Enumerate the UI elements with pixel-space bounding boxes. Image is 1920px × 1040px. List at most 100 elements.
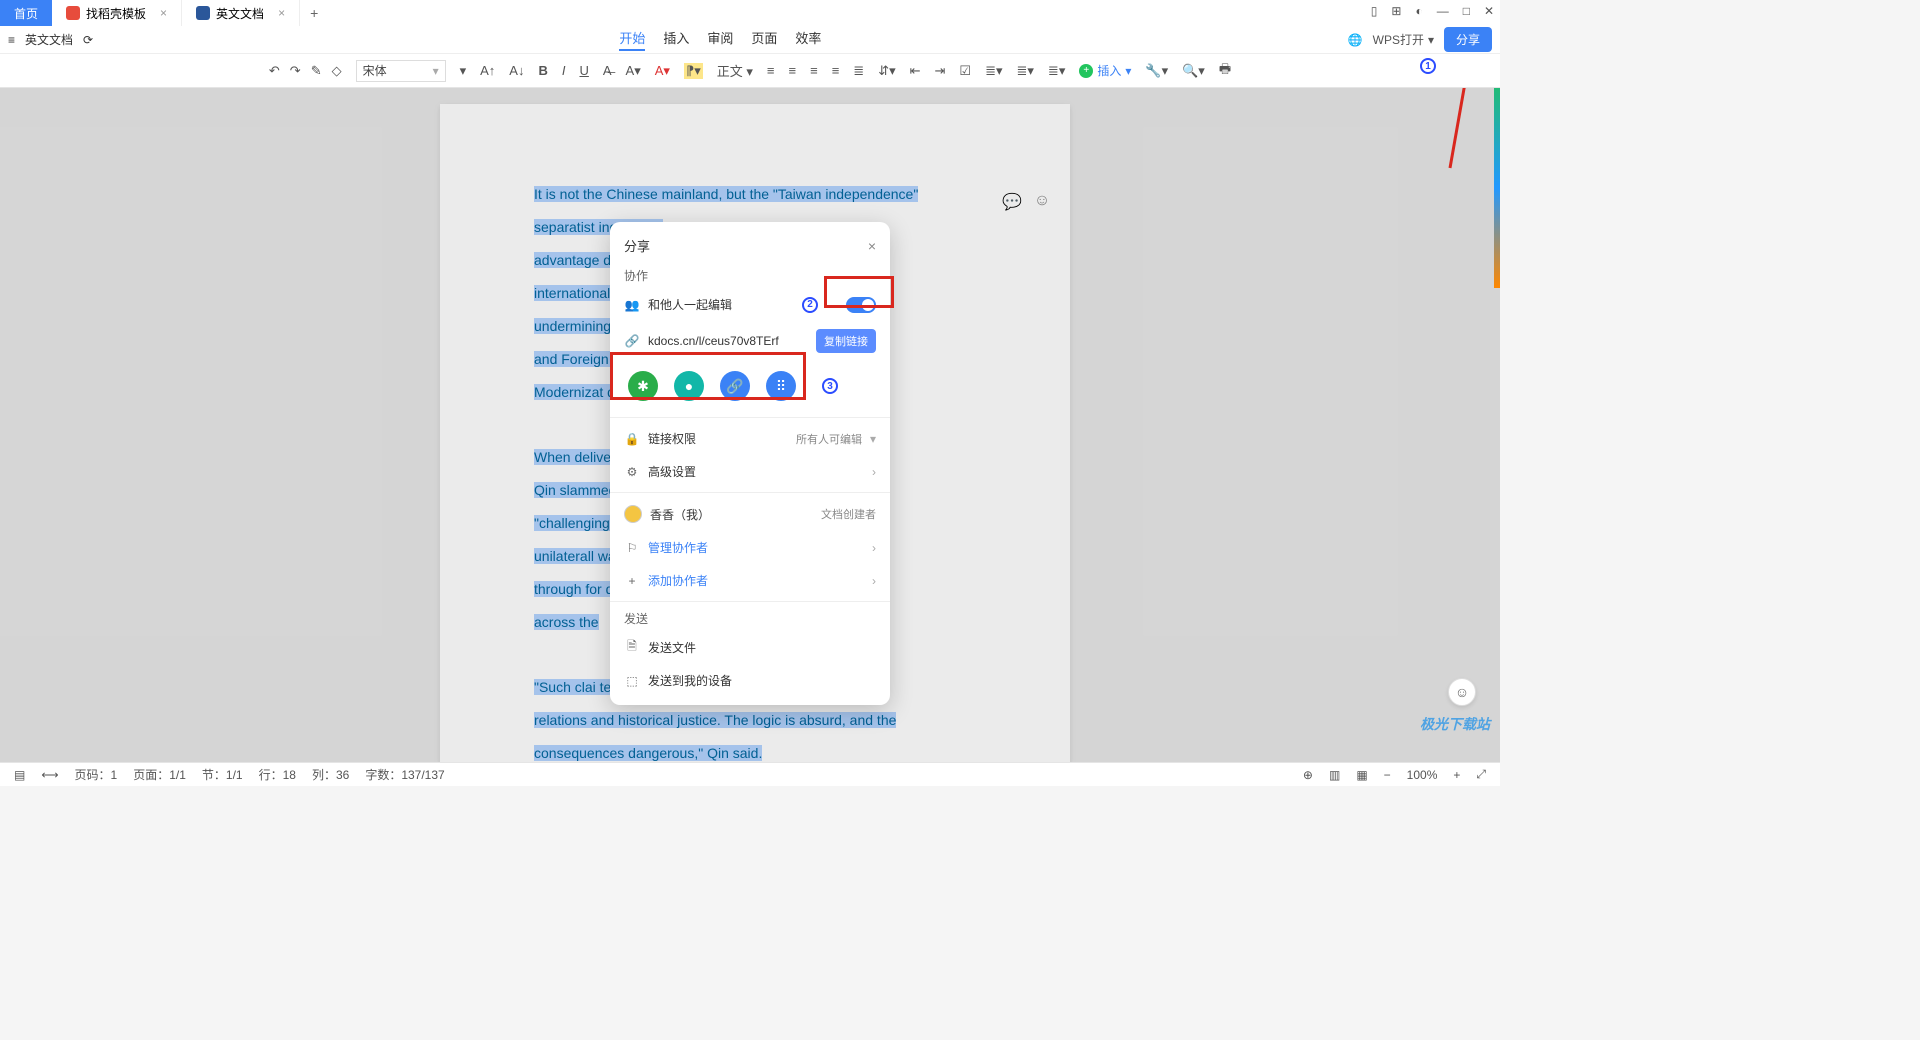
ruler-icon[interactable]: ⟷ — [41, 768, 58, 782]
format-painter-icon[interactable]: ✎ — [311, 63, 322, 79]
font-color-icon[interactable]: A▾ — [655, 63, 670, 79]
zoom-value: 100% — [1407, 768, 1438, 782]
tab-label: 找稻壳模板 — [86, 5, 146, 22]
align-justify-icon[interactable]: ≡ — [832, 63, 840, 78]
add-person-icon: + — [624, 573, 640, 589]
send-file-row[interactable]: 🗎 发送文件 — [610, 631, 890, 664]
qr-share-button[interactable]: ⠿ — [766, 371, 796, 401]
close-window-button[interactable]: ✕ — [1484, 4, 1494, 18]
multilevel-list-icon[interactable]: ≣▾ — [1048, 63, 1065, 79]
tab-home[interactable]: 首页 — [0, 0, 52, 26]
tab-templates[interactable]: 找稻壳模板 × — [52, 0, 182, 26]
fullscreen-icon[interactable]: ⤢ — [1476, 767, 1486, 782]
add-tab-button[interactable]: + — [300, 5, 328, 21]
scroll-handle[interactable] — [1494, 88, 1500, 288]
daoker-icon — [66, 6, 80, 20]
share-link-text: kdocs.cn/l/ceus70v8TErf — [648, 334, 808, 348]
bold-icon[interactable]: B — [538, 63, 547, 78]
align-right-icon[interactable]: ≡ — [810, 63, 818, 78]
copy-link-button[interactable]: 复制链接 — [816, 329, 876, 353]
qq-share-button[interactable]: ● — [674, 371, 704, 401]
close-icon[interactable]: × — [160, 6, 167, 20]
device-icon: ⬚ — [624, 673, 640, 689]
edit-together-label: 和他人一起编辑 — [648, 296, 794, 313]
more-font-icon[interactable]: A▾ — [626, 63, 641, 79]
insert-button[interactable]: +插入▾ — [1079, 62, 1131, 79]
status-line: 行：18 — [259, 766, 296, 783]
bullet-list-icon[interactable]: ≣▾ — [985, 63, 1002, 79]
decrease-font-icon[interactable]: A↓ — [509, 63, 524, 78]
strike-icon[interactable]: A̶ — [603, 63, 612, 78]
tab-document[interactable]: 英文文档 × — [182, 0, 300, 26]
chevron-right-icon: › — [872, 574, 876, 588]
globe-icon[interactable]: 🌐 — [1348, 33, 1363, 47]
menu-page[interactable]: 页面 — [751, 28, 777, 51]
outdent-icon[interactable]: ⇤ — [910, 63, 921, 79]
doc-name: 英文文档 — [25, 31, 73, 48]
undo-icon[interactable]: ↶ — [269, 63, 280, 79]
collab-toggle[interactable] — [846, 297, 876, 313]
wps-open-button[interactable]: WPS打开▾ — [1373, 31, 1434, 48]
maximize-button[interactable]: □ — [1463, 4, 1470, 18]
globe-icon[interactable]: ⊕ — [1303, 768, 1313, 782]
indent2-icon[interactable]: ⇥ — [935, 63, 946, 79]
align-center-icon[interactable]: ≡ — [789, 63, 797, 78]
line-spacing-icon[interactable]: ⇵▾ — [878, 63, 895, 79]
indent-icon[interactable]: ≣ — [853, 63, 864, 79]
status-words: 字数：137/137 — [365, 766, 444, 783]
menu-icon[interactable]: ≡ — [8, 33, 15, 47]
increase-font-icon[interactable]: A↑ — [480, 63, 495, 78]
help-button[interactable]: ☺ — [1448, 678, 1476, 706]
clear-format-icon[interactable]: ◇ — [332, 63, 342, 79]
send-device-row[interactable]: ⬚ 发送到我的设备 — [610, 664, 890, 697]
add-collaborator-row[interactable]: + 添加协作者 › — [610, 564, 890, 597]
zoom-in-icon[interactable]: + — [1453, 768, 1460, 782]
underline-icon[interactable]: U — [579, 63, 588, 78]
search-icon[interactable]: 🔍▾ — [1182, 63, 1205, 79]
advanced-settings-row[interactable]: ⚙ 高级设置 › — [610, 455, 890, 488]
view-icon[interactable]: ▥ — [1329, 768, 1340, 782]
chevron-down-icon: ▾ — [1428, 33, 1434, 47]
body-style[interactable]: 正文 ▾ — [717, 61, 753, 80]
manage-collaborators-row[interactable]: ⚐ 管理协作者 › — [610, 531, 890, 564]
grid-icon[interactable]: ⊞ — [1391, 4, 1401, 18]
number-list-icon[interactable]: ≣▾ — [1017, 63, 1034, 79]
wechat-share-button[interactable]: ✱ — [628, 371, 658, 401]
italic-icon[interactable]: I — [562, 63, 566, 78]
advanced-label: 高级设置 — [648, 463, 864, 480]
owner-role: 文档创建者 — [821, 506, 876, 522]
annotation-badge-3: 3 — [822, 378, 838, 394]
link-share-button[interactable]: 🔗 — [720, 371, 750, 401]
file-icon: 🗎 — [624, 640, 640, 656]
share-button[interactable]: 分享 — [1444, 27, 1492, 52]
link-permission-row[interactable]: 🔒 链接权限 所有人可编辑 ▾ — [610, 422, 890, 455]
font-select[interactable]: 宋体▾ — [356, 60, 446, 82]
dialog-title: 分享 — [624, 236, 650, 255]
layout-icon[interactable]: ▯ — [1371, 4, 1378, 18]
gear-icon: ⚙ — [624, 464, 640, 480]
checklist-icon[interactable]: ☑ — [959, 63, 971, 79]
redo-icon[interactable]: ↷ — [290, 63, 301, 79]
menu-insert[interactable]: 插入 — [663, 28, 689, 51]
word-icon — [196, 6, 210, 20]
notify-icon[interactable]: ◐ — [1415, 4, 1422, 18]
tools-icon[interactable]: 🔧▾ — [1145, 63, 1168, 79]
print-icon[interactable]: 🖶 — [1219, 60, 1231, 82]
highlight-icon[interactable]: ⁋▾ — [684, 63, 703, 79]
menu-start[interactable]: 开始 — [619, 28, 645, 51]
align-left-icon[interactable]: ≡ — [767, 63, 775, 78]
close-icon[interactable]: × — [278, 6, 285, 20]
sidebar-toggle-icon[interactable]: ▤ — [14, 768, 25, 782]
view2-icon[interactable]: ▦ — [1356, 768, 1367, 782]
minimize-button[interactable]: — — [1437, 4, 1449, 18]
refresh-icon[interactable]: ⟳ — [83, 33, 93, 47]
menu-efficiency[interactable]: 效率 — [795, 28, 821, 51]
close-dialog-button[interactable]: × — [868, 238, 876, 254]
manage-label: 管理协作者 — [648, 539, 864, 556]
fontsize-select[interactable]: ▾ — [460, 63, 467, 79]
avatar — [624, 505, 642, 523]
chevron-right-icon: › — [872, 465, 876, 479]
zoom-out-icon[interactable]: − — [1384, 768, 1391, 782]
menu-review[interactable]: 审阅 — [707, 28, 733, 51]
watermark-logo: 极光下载站 — [1420, 714, 1490, 734]
